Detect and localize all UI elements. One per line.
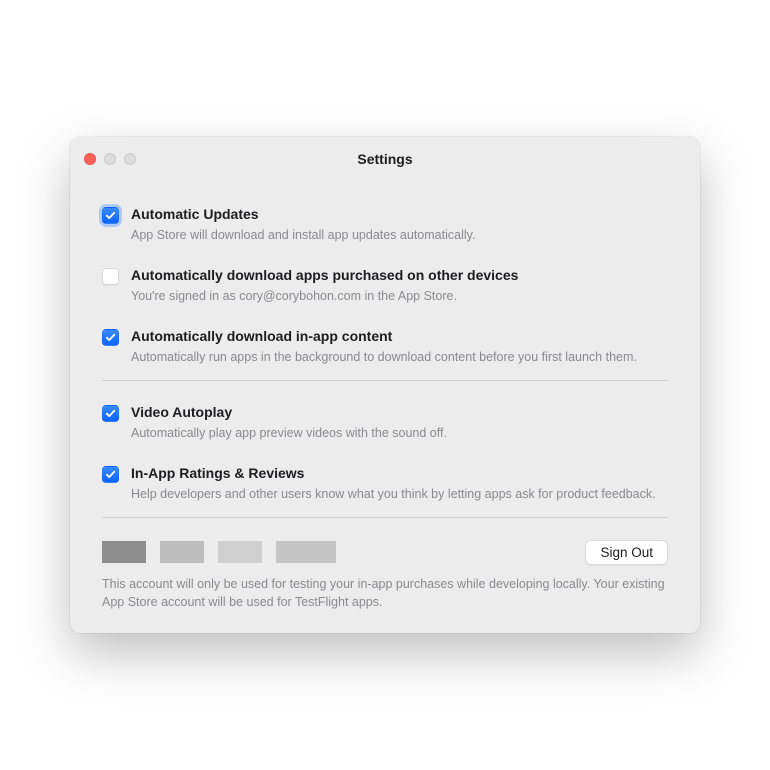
placeholder-block [218, 541, 262, 563]
setting-desc: App Store will download and install app … [131, 226, 668, 244]
settings-window: Settings Automatic Updates App Store wil… [70, 137, 700, 633]
checkbox-auto-download-purchased[interactable] [102, 268, 119, 285]
setting-row-auto-download-purchased: Automatically download apps purchased on… [102, 266, 668, 305]
placeholder-block [102, 541, 146, 563]
setting-label: Automatically download in-app content [131, 327, 668, 346]
titlebar: Settings [70, 137, 700, 181]
setting-label: Video Autoplay [131, 403, 668, 422]
setting-desc: Automatically play app preview videos wi… [131, 424, 668, 442]
traffic-lights [84, 153, 136, 165]
checkmark-icon [105, 332, 116, 343]
sign-out-button[interactable]: Sign Out [585, 540, 668, 565]
setting-row-ratings-reviews: In-App Ratings & Reviews Help developers… [102, 464, 668, 503]
checkmark-icon [105, 469, 116, 480]
checkbox-automatic-updates[interactable] [102, 207, 119, 224]
checkbox-auto-download-in-app[interactable] [102, 329, 119, 346]
divider [102, 517, 668, 518]
placeholder-block [276, 541, 336, 563]
window-title: Settings [357, 151, 412, 167]
checkbox-ratings-reviews[interactable] [102, 466, 119, 483]
setting-row-automatic-updates: Automatic Updates App Store will downloa… [102, 205, 668, 244]
footer-note: This account will only be used for testi… [102, 575, 668, 611]
close-button[interactable] [84, 153, 96, 165]
checkmark-icon [105, 210, 116, 221]
content-area: Automatic Updates App Store will downloa… [70, 181, 700, 633]
placeholder-block [160, 541, 204, 563]
setting-desc: You're signed in as cory@corybohon.com i… [131, 287, 668, 305]
minimize-button[interactable] [104, 153, 116, 165]
setting-label: In-App Ratings & Reviews [131, 464, 668, 483]
footer-row: Sign Out [102, 540, 668, 565]
setting-row-auto-download-in-app: Automatically download in-app content Au… [102, 327, 668, 366]
divider [102, 380, 668, 381]
setting-desc: Automatically run apps in the background… [131, 348, 668, 366]
setting-desc: Help developers and other users know wha… [131, 485, 668, 503]
setting-label: Automatic Updates [131, 205, 668, 224]
maximize-button[interactable] [124, 153, 136, 165]
checkmark-icon [105, 408, 116, 419]
checkbox-video-autoplay[interactable] [102, 405, 119, 422]
setting-label: Automatically download apps purchased on… [131, 266, 668, 285]
setting-row-video-autoplay: Video Autoplay Automatically play app pr… [102, 403, 668, 442]
